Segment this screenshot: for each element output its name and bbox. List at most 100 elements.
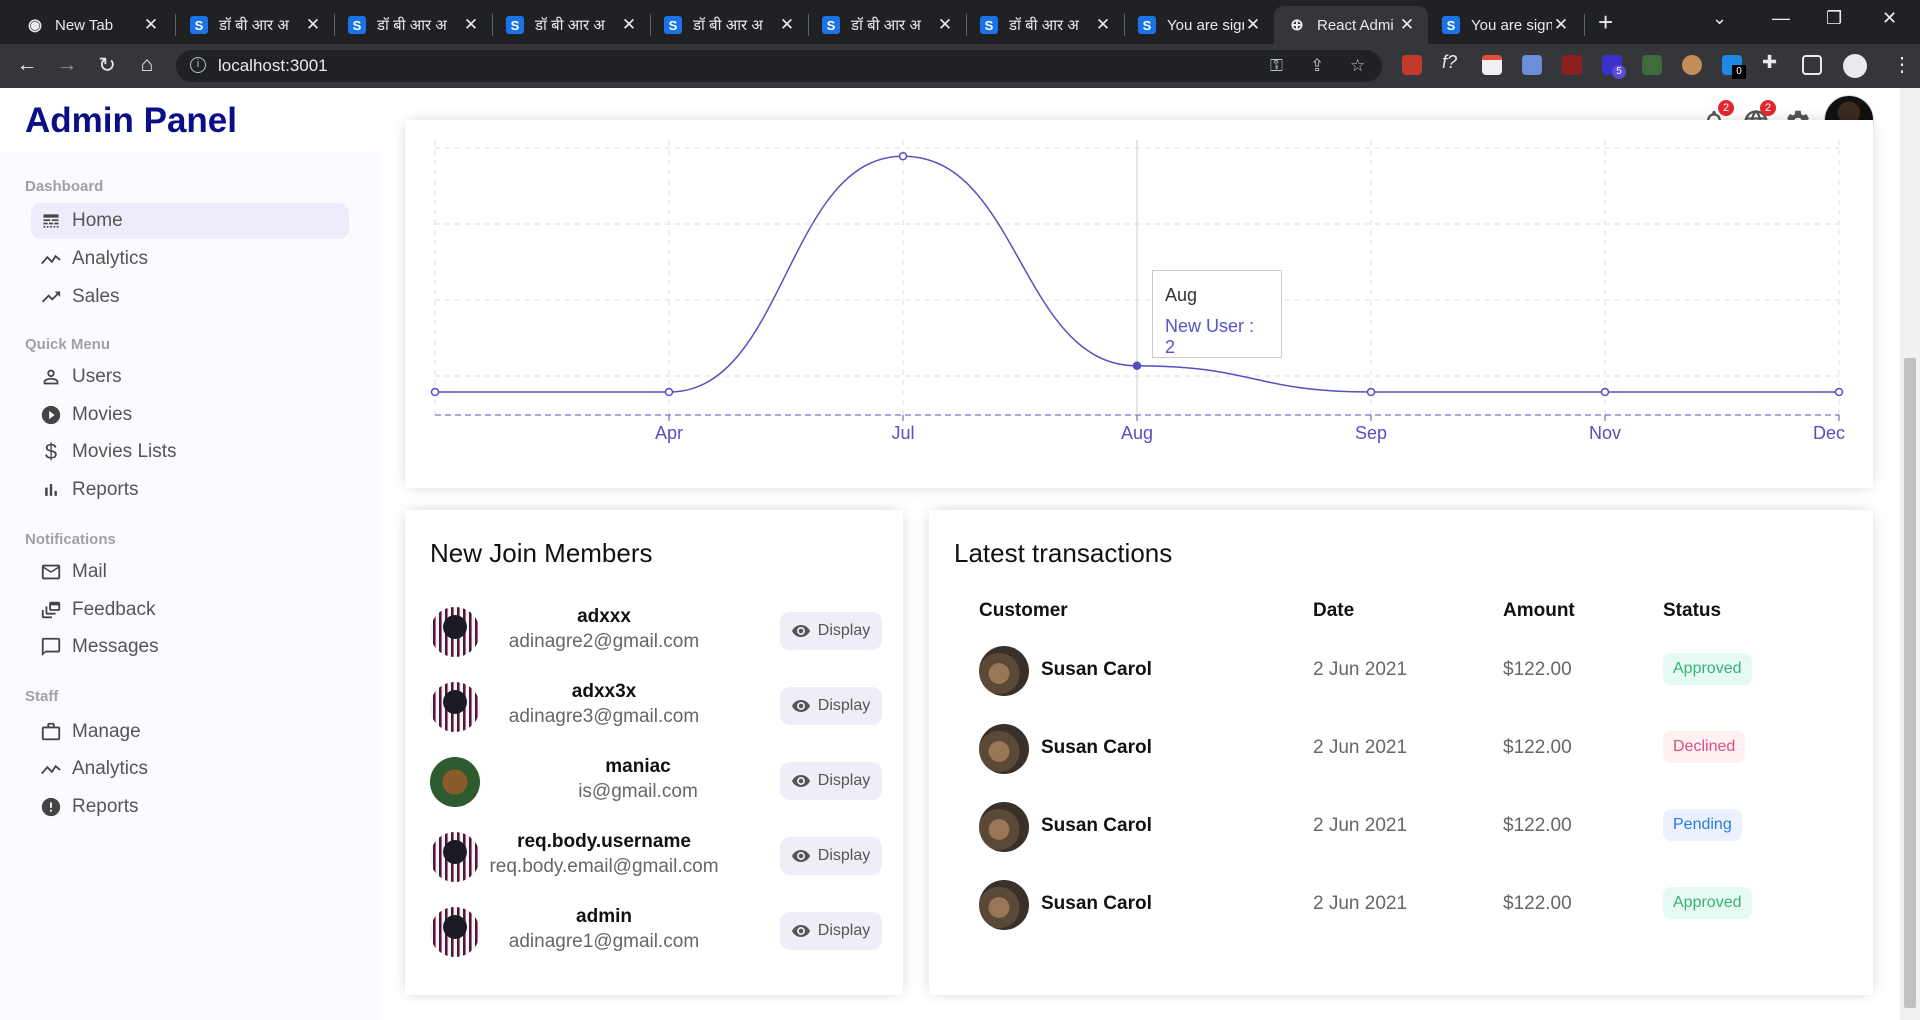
sidebar-item-label: Reports	[72, 796, 139, 817]
sidebar-item-feedback[interactable]: Feedback	[31, 592, 349, 628]
extension-icon[interactable]	[1482, 55, 1502, 75]
member-row: adxx3x adinagre3@gmail.com Display	[430, 675, 882, 735]
close-icon[interactable]: ✕	[778, 15, 796, 35]
browser-tab[interactable]: S डॉ बी आर अ ✕	[966, 6, 1124, 44]
extension-icon[interactable]	[1522, 55, 1542, 75]
profile-icon[interactable]	[1843, 54, 1867, 78]
sidebar-item-home[interactable]: Home	[31, 203, 349, 239]
s-icon: S	[1138, 16, 1156, 34]
close-icon[interactable]: ✕	[142, 15, 160, 35]
browser-tab[interactable]: S डॉ बी आर अ ✕	[808, 6, 966, 44]
forward-icon[interactable]: →	[54, 53, 80, 77]
more-menu-icon[interactable]: ⋮	[1892, 52, 1912, 77]
close-icon[interactable]: ✕	[462, 15, 480, 35]
window-close-icon[interactable]: ✕	[1882, 8, 1897, 29]
bookmark-star-icon[interactable]: ☆	[1350, 56, 1365, 76]
status-badge[interactable]: Approved	[1663, 887, 1752, 919]
sidebar-item-messages[interactable]: Messages	[31, 629, 349, 665]
eye-icon	[791, 775, 810, 787]
close-icon[interactable]: ✕	[620, 15, 638, 35]
s-icon: S	[506, 16, 524, 34]
data-point	[430, 387, 440, 397]
status-badge[interactable]: Approved	[1663, 653, 1752, 685]
side-panel-icon[interactable]	[1802, 55, 1822, 75]
sidebar-item-label: Analytics	[72, 758, 149, 779]
reload-icon[interactable]: ↻	[94, 53, 120, 78]
restore-icon[interactable]: ❐	[1826, 8, 1842, 29]
key-icon[interactable]: ⚿	[1270, 56, 1283, 76]
sidebar-section-title: Staff	[25, 688, 59, 705]
column-header-status: Status	[1663, 600, 1722, 621]
site-info-icon[interactable]: i	[190, 57, 206, 73]
user-analytics-line-chart[interactable]: Apr Jul Aug Sep Nov Dec	[405, 140, 1873, 460]
browser-tab[interactable]: ◉ New Tab ✕	[12, 6, 172, 44]
puzzle-icon[interactable]: ✚	[1762, 52, 1782, 72]
display-button-label: Display	[817, 922, 871, 939]
tab-title: डॉ बी आर अ	[851, 17, 921, 34]
url-text[interactable]: localhost:3001	[218, 56, 328, 76]
x-tick-label: Apr	[655, 423, 683, 443]
minimize-icon[interactable]: —	[1772, 8, 1790, 29]
member-email: adinagre3@gmail.com	[508, 706, 700, 727]
back-icon[interactable]: ←	[14, 53, 40, 77]
display-button[interactable]: Display	[780, 762, 882, 800]
close-icon[interactable]: ✕	[936, 15, 954, 35]
tab-title: You are sign	[1167, 16, 1244, 34]
browser-tab[interactable]: S डॉ बी आर अ ✕	[650, 6, 808, 44]
browser-tab[interactable]: S डॉ बी आर अ ✕	[492, 6, 650, 44]
browser-tab[interactable]: S डॉ बी आर अ ✕	[176, 6, 334, 44]
status-badge[interactable]: Declined	[1663, 731, 1746, 763]
sidebar-item-analytics[interactable]: Analytics	[31, 241, 349, 277]
sidebar-item-movies[interactable]: Movies	[31, 397, 349, 433]
tab-title: React Admi	[1317, 16, 1394, 34]
close-icon[interactable]: ✕	[1398, 15, 1416, 35]
sidebar: Dashboard Home Analytics Sales Quick Men…	[0, 152, 380, 1020]
close-icon[interactable]: ✕	[304, 15, 322, 35]
extension-icon[interactable]	[1402, 55, 1422, 75]
status-badge[interactable]: Pending	[1663, 809, 1742, 841]
display-button[interactable]: Display	[780, 912, 882, 950]
extension-icon[interactable]: 0	[1722, 55, 1746, 79]
scrollbar-thumb[interactable]	[1904, 358, 1916, 1008]
extension-icon[interactable]	[1642, 55, 1662, 75]
extension-icon[interactable]: f?	[1442, 52, 1462, 72]
extension-icon[interactable]	[1562, 55, 1582, 75]
sidebar-item-users[interactable]: Users	[31, 359, 349, 395]
data-point	[664, 387, 674, 397]
browser-tab[interactable]: S You are sign ✕	[1428, 6, 1582, 44]
close-icon[interactable]: ✕	[1094, 15, 1112, 35]
sidebar-item-sales[interactable]: Sales	[31, 279, 349, 315]
display-button[interactable]: Display	[780, 612, 882, 650]
customer-avatar	[979, 880, 1029, 930]
member-email: is@gmail.com	[578, 781, 698, 802]
new-tab-icon[interactable]: +	[1598, 8, 1613, 36]
tab-title: You are sign	[1471, 16, 1552, 34]
member-email: adinagre2@gmail.com	[508, 631, 700, 652]
close-icon[interactable]: ✕	[1244, 15, 1262, 35]
sidebar-item-movies-lists[interactable]: $ Movies Lists	[31, 434, 349, 470]
browser-tab[interactable]: S You are sign ✕	[1124, 6, 1274, 44]
line-style-icon	[40, 210, 62, 232]
home-icon[interactable]: ⌂	[134, 53, 160, 77]
extension-icon[interactable]	[1682, 55, 1702, 75]
transaction-amount: $122.00	[1503, 893, 1572, 914]
close-icon[interactable]: ✕	[1552, 15, 1570, 35]
bar-chart-icon	[40, 479, 62, 501]
extension-icon[interactable]: 5	[1602, 55, 1626, 79]
app-logo[interactable]: Admin Panel	[25, 101, 237, 141]
sidebar-item-label: Feedback	[72, 599, 156, 620]
sidebar-item-manage[interactable]: Manage	[31, 714, 349, 750]
share-icon[interactable]: ⇪	[1310, 56, 1324, 76]
sidebar-item-staff-analytics[interactable]: Analytics	[31, 751, 349, 787]
page-scrollbar[interactable]	[1900, 88, 1920, 1020]
tab-search-icon[interactable]: ⌄	[1712, 8, 1727, 29]
display-button[interactable]: Display	[780, 687, 882, 725]
sidebar-item-staff-reports[interactable]: Reports	[31, 789, 349, 825]
address-bar[interactable]: i localhost:3001 ⚿ ⇪ ☆	[176, 50, 1382, 82]
sidebar-item-mail[interactable]: Mail	[31, 554, 349, 590]
browser-tab-active[interactable]: ⊕ React Admi ✕	[1274, 6, 1428, 44]
browser-tab[interactable]: S डॉ बी आर अ ✕	[334, 6, 492, 44]
display-button[interactable]: Display	[780, 837, 882, 875]
sidebar-item-reports[interactable]: Reports	[31, 472, 349, 508]
person-outline-icon	[40, 366, 62, 388]
